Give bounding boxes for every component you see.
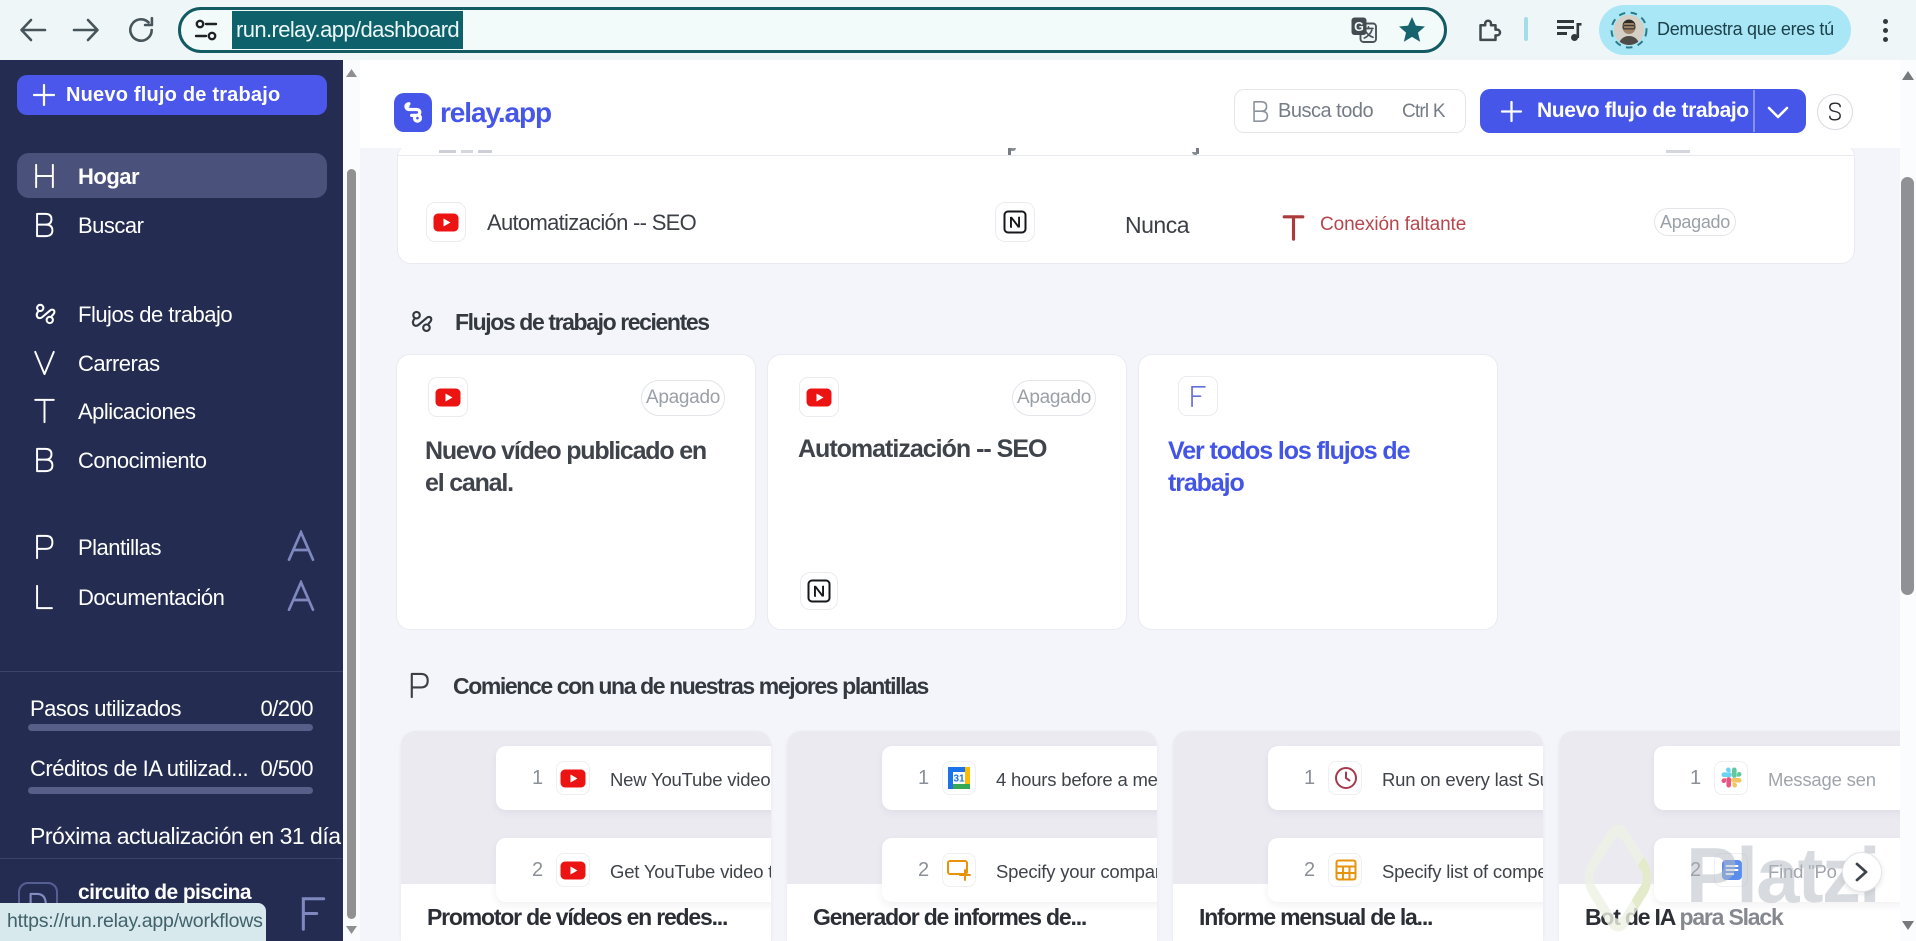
svg-text:G: G [1354, 20, 1364, 34]
svg-text:31: 31 [953, 774, 965, 785]
